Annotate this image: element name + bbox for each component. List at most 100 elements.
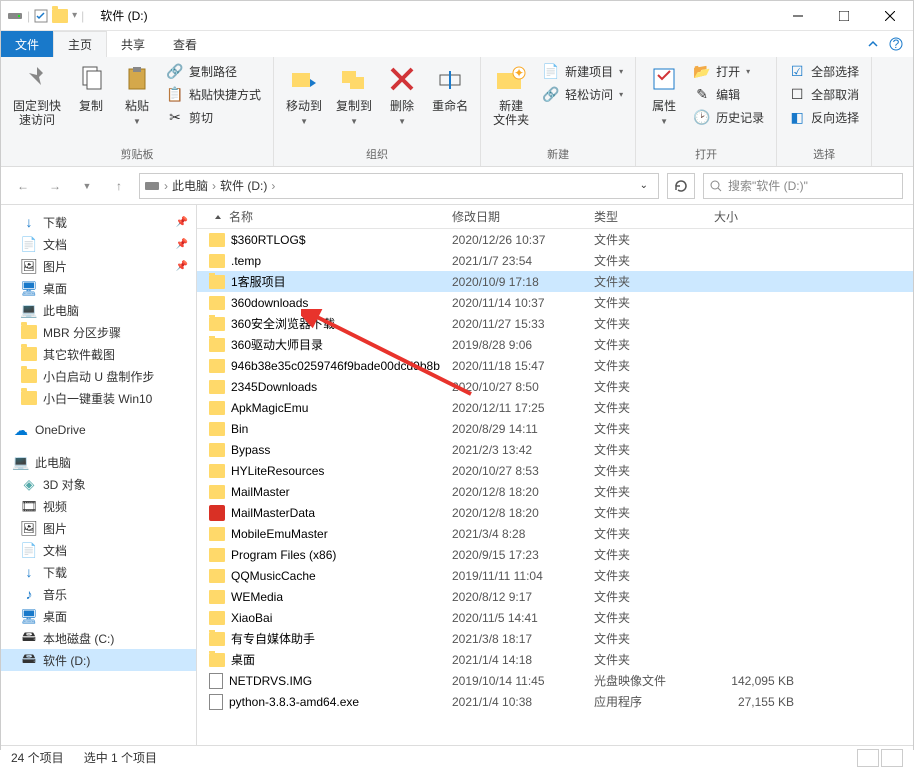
- table-row[interactable]: Bypass2021/2/3 13:42文件夹: [197, 439, 913, 460]
- help-icon[interactable]: ?: [889, 37, 903, 51]
- file-rows[interactable]: $360RTLOG$2020/12/26 10:37文件夹.temp2021/1…: [197, 229, 913, 745]
- sidebar-video[interactable]: 🎞视频: [1, 495, 196, 517]
- close-button[interactable]: [867, 1, 913, 31]
- table-row[interactable]: 946b38e35c0259746f9bade00dcd9b8b2020/11/…: [197, 355, 913, 376]
- back-button[interactable]: ←: [11, 174, 35, 198]
- sidebar-onedrive[interactable]: ☁OneDrive: [1, 419, 196, 441]
- invert-select-button[interactable]: ◧反向选择: [785, 107, 863, 128]
- table-row[interactable]: NETDRVS.IMG2019/10/14 11:45光盘映像文件142,095…: [197, 670, 913, 691]
- delete-button[interactable]: 删除 ▼: [382, 61, 422, 128]
- table-row[interactable]: 有专自媒体助手2021/3/8 18:17文件夹: [197, 628, 913, 649]
- copy-path-button[interactable]: 🔗复制路径: [163, 61, 265, 82]
- sidebar[interactable]: ↓下载📌 📄文档📌 🖼图片📌 🖥桌面 💻此电脑 MBR 分区步骤 其它软件截图 …: [1, 205, 197, 745]
- minimize-button[interactable]: [775, 1, 821, 31]
- table-row[interactable]: ApkMagicEmu2020/12/11 17:25文件夹: [197, 397, 913, 418]
- sidebar-d-drive[interactable]: 🖴软件 (D:): [1, 649, 196, 671]
- chevron-right-icon[interactable]: ›: [271, 179, 275, 193]
- up-button[interactable]: ↑: [107, 174, 131, 198]
- table-row[interactable]: HYLiteResources2020/10/27 8:53文件夹: [197, 460, 913, 481]
- table-row[interactable]: 360安全浏览器下载2020/11/27 15:33文件夹: [197, 313, 913, 334]
- table-row[interactable]: 2345Downloads2020/10/27 8:50文件夹: [197, 376, 913, 397]
- cut-button[interactable]: ✂剪切: [163, 107, 265, 128]
- breadcrumb[interactable]: › 此电脑 › 软件 (D:) › ⌄: [139, 173, 659, 199]
- table-row[interactable]: .temp2021/1/7 23:54文件夹: [197, 250, 913, 271]
- properties-button[interactable]: 属性 ▼: [644, 61, 684, 128]
- sidebar-downloads[interactable]: ↓下载📌: [1, 211, 196, 233]
- edit-button[interactable]: ✎编辑: [690, 84, 768, 105]
- new-folder-button[interactable]: ✦ 新建 文件夹: [489, 61, 533, 130]
- icons-view-button[interactable]: [881, 749, 903, 767]
- select-all-button[interactable]: ☑全部选择: [785, 61, 863, 82]
- collapse-ribbon-icon[interactable]: [867, 38, 879, 50]
- sidebar-this-pc2[interactable]: 💻此电脑: [1, 451, 196, 473]
- forward-button[interactable]: →: [43, 174, 67, 198]
- new-item-button[interactable]: 📄新建项目 ▾: [539, 61, 627, 82]
- table-row[interactable]: $360RTLOG$2020/12/26 10:37文件夹: [197, 229, 913, 250]
- sidebar-pictures2[interactable]: 🖼图片: [1, 517, 196, 539]
- col-size[interactable]: 大小: [714, 208, 814, 225]
- tab-view[interactable]: 查看: [159, 31, 211, 57]
- overflow-icon[interactable]: ▾: [72, 10, 77, 21]
- breadcrumb-this-pc[interactable]: 此电脑: [172, 177, 208, 194]
- move-to-button[interactable]: 移动到 ▼: [282, 61, 326, 128]
- sidebar-this-pc[interactable]: 💻此电脑: [1, 299, 196, 321]
- recent-button[interactable]: ▼: [75, 174, 99, 198]
- chevron-down-icon[interactable]: ⌄: [640, 180, 648, 191]
- maximize-button[interactable]: [821, 1, 867, 31]
- col-type[interactable]: 类型: [594, 208, 714, 225]
- table-row[interactable]: python-3.8.3-amd64.exe2021/1/4 10:38应用程序…: [197, 691, 913, 712]
- sidebar-3d[interactable]: ◈3D 对象: [1, 473, 196, 495]
- sidebar-mbr[interactable]: MBR 分区步骤: [1, 321, 196, 343]
- sidebar-music[interactable]: ♪音乐: [1, 583, 196, 605]
- table-row[interactable]: 360驱动大师目录2019/8/28 9:06文件夹: [197, 334, 913, 355]
- sidebar-xiaobai-boot[interactable]: 小白启动 U 盘制作步: [1, 365, 196, 387]
- sidebar-desktop[interactable]: 🖥桌面: [1, 277, 196, 299]
- col-date[interactable]: 修改日期: [452, 208, 594, 225]
- table-row[interactable]: 桌面2021/1/4 14:18文件夹: [197, 649, 913, 670]
- sidebar-other-sw[interactable]: 其它软件截图: [1, 343, 196, 365]
- col-name[interactable]: 名称: [229, 208, 253, 225]
- table-row[interactable]: MobileEmuMaster2021/3/4 8:28文件夹: [197, 523, 913, 544]
- search-input[interactable]: 搜索"软件 (D:)": [703, 173, 903, 199]
- table-row[interactable]: 1客服项目2020/10/9 17:18文件夹: [197, 271, 913, 292]
- tab-home[interactable]: 主页: [53, 31, 107, 57]
- paste-shortcut-button[interactable]: 📋粘贴快捷方式: [163, 84, 265, 105]
- sidebar-downloads2[interactable]: ↓下载: [1, 561, 196, 583]
- checkbox-icon[interactable]: [34, 9, 48, 23]
- table-row[interactable]: Bin2020/8/29 14:11文件夹: [197, 418, 913, 439]
- breadcrumb-drive[interactable]: 软件 (D:): [220, 177, 267, 194]
- table-row[interactable]: 360downloads2020/11/14 10:37文件夹: [197, 292, 913, 313]
- table-row[interactable]: WEMedia2020/8/12 9:17文件夹: [197, 586, 913, 607]
- table-row[interactable]: MailMasterData2020/12/8 18:20文件夹: [197, 502, 913, 523]
- table-row[interactable]: Program Files (x86)2020/9/15 17:23文件夹: [197, 544, 913, 565]
- file-name: WEMedia: [231, 590, 283, 604]
- tab-share[interactable]: 共享: [107, 31, 159, 57]
- select-none-button[interactable]: ☐全部取消: [785, 84, 863, 105]
- sidebar-desktop2[interactable]: 🖥桌面: [1, 605, 196, 627]
- file-date: 2021/1/4 14:18: [452, 653, 594, 667]
- file-type: 文件夹: [594, 273, 714, 290]
- paste-button[interactable]: 粘贴 ▼: [117, 61, 157, 128]
- open-button[interactable]: 📂打开 ▾: [690, 61, 768, 82]
- chevron-right-icon[interactable]: ›: [164, 179, 168, 193]
- chevron-right-icon[interactable]: ›: [212, 179, 216, 193]
- pin-to-quick-button[interactable]: 固定到快 速访问: [9, 61, 65, 130]
- sidebar-pictures[interactable]: 🖼图片📌: [1, 255, 196, 277]
- sidebar-c-drive[interactable]: 🖴本地磁盘 (C:): [1, 627, 196, 649]
- history-button[interactable]: 🕑历史记录: [690, 107, 768, 128]
- table-row[interactable]: XiaoBai2020/11/5 14:41文件夹: [197, 607, 913, 628]
- sidebar-xiaobai-reinstall[interactable]: 小白一键重装 Win10: [1, 387, 196, 409]
- refresh-button[interactable]: [667, 173, 695, 199]
- group-label-clipboard: 剪贴板: [9, 144, 265, 164]
- sidebar-documents2[interactable]: 📄文档: [1, 539, 196, 561]
- file-name: 1客服项目: [231, 273, 286, 290]
- easy-access-button[interactable]: 🔗轻松访问 ▾: [539, 84, 627, 105]
- copy-to-button[interactable]: 复制到 ▼: [332, 61, 376, 128]
- table-row[interactable]: QQMusicCache2019/11/11 11:04文件夹: [197, 565, 913, 586]
- copy-button[interactable]: 复制: [71, 61, 111, 115]
- sidebar-documents[interactable]: 📄文档📌: [1, 233, 196, 255]
- details-view-button[interactable]: [857, 749, 879, 767]
- rename-button[interactable]: 重命名: [428, 61, 472, 115]
- table-row[interactable]: MailMaster2020/12/8 18:20文件夹: [197, 481, 913, 502]
- tab-file[interactable]: 文件: [1, 31, 53, 57]
